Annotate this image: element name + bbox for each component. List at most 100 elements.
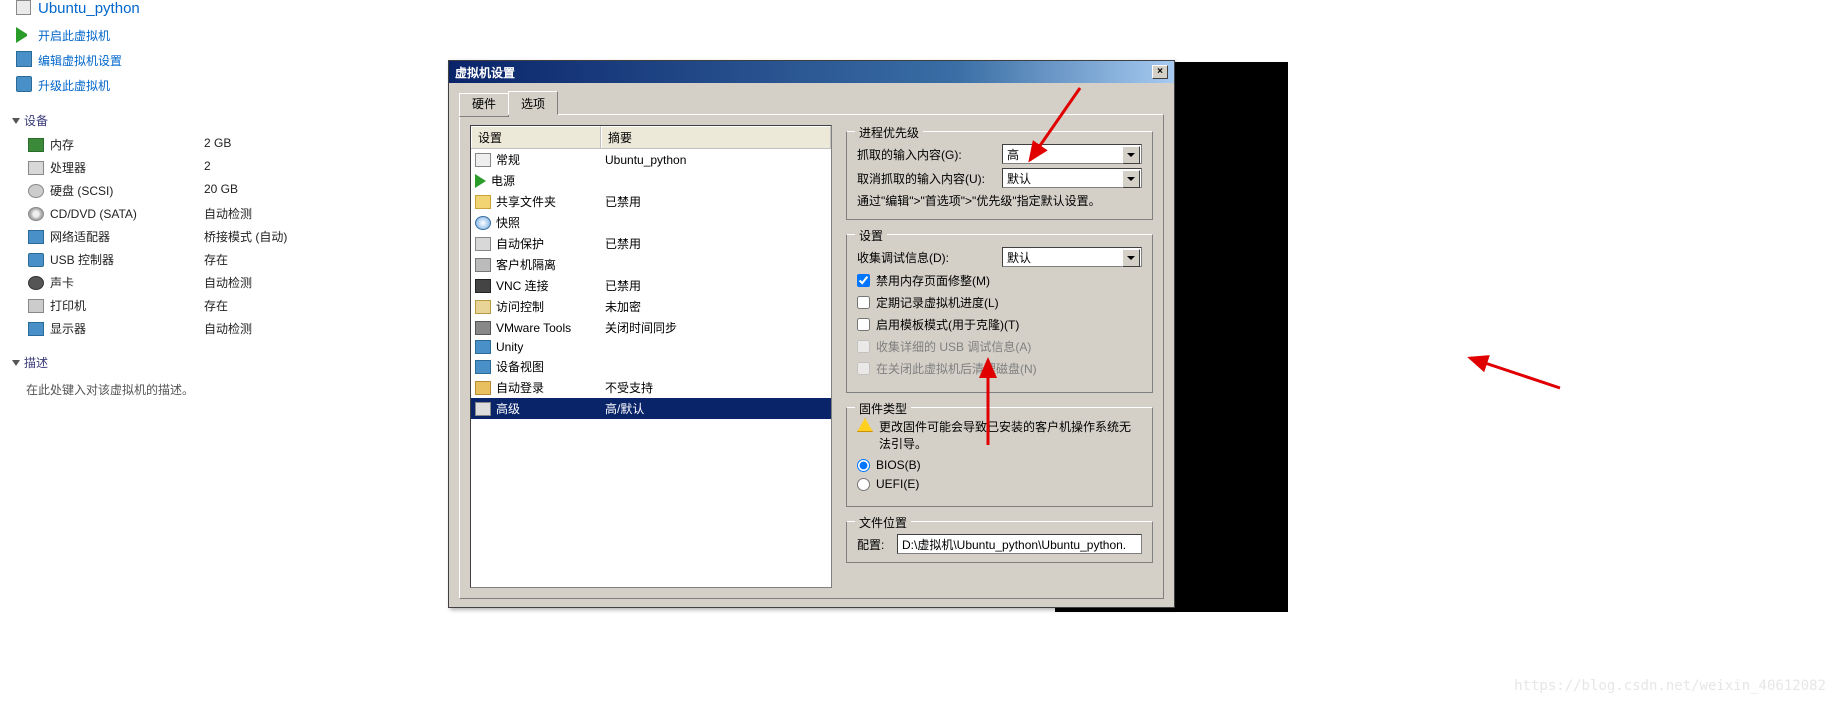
check-usb-debug xyxy=(857,340,870,353)
opt-access-icon xyxy=(475,300,491,314)
firmware-warning: 更改固件可能会导致已安装的客户机操作系统无法引导。 xyxy=(879,418,1142,452)
tab-options[interactable]: 选项 xyxy=(508,91,558,115)
check-template[interactable] xyxy=(857,318,870,331)
tab-hardware[interactable]: 硬件 xyxy=(459,93,509,117)
vm-name-text: Ubuntu_python xyxy=(38,0,140,17)
opt-access[interactable]: 访问控制未加密 xyxy=(471,296,831,317)
opt-shared[interactable]: 共享文件夹已禁用 xyxy=(471,191,831,212)
vm-settings-dialog: 虚拟机设置 × 硬件 选项 设置 摘要 常规Ubuntu_python电源共享文… xyxy=(448,60,1175,608)
legend-filepos: 文件位置 xyxy=(855,514,911,531)
hw-disk[interactable]: 硬盘 (SCSI)20 GB xyxy=(8,179,312,202)
advanced-panel: 进程优先级 抓取的输入内容(G): 高 取消抓取的输入内容(U): 默认 通过"… xyxy=(846,125,1153,588)
hw-cd-icon xyxy=(28,207,44,221)
check-clean-disk xyxy=(857,362,870,375)
watermark: https://blog.csdn.net/weixin_40612082 xyxy=(1514,678,1826,694)
hardware-list: 内存2 GB处理器2硬盘 (SCSI)20 GBCD/DVD (SATA)自动检… xyxy=(8,133,312,340)
options-list[interactable]: 设置 摘要 常规Ubuntu_python电源共享文件夹已禁用快照自动保护已禁用… xyxy=(470,125,832,588)
opt-advanced-icon xyxy=(475,402,491,416)
opt-vnc[interactable]: VNC 连接已禁用 xyxy=(471,275,831,296)
label-config: 配置: xyxy=(857,536,897,553)
upgrade-link[interactable]: 升级此虚拟机 xyxy=(8,73,312,98)
hw-cpu-icon xyxy=(28,161,44,175)
hw-usb[interactable]: USB 控制器存在 xyxy=(8,248,312,271)
select-debug[interactable]: 默认 xyxy=(1002,247,1142,267)
label-bios: BIOS(B) xyxy=(876,458,921,472)
check-mem-trim[interactable] xyxy=(857,274,870,287)
group-settings: 设置 收集调试信息(D): 默认 禁用内存页面修整(M) 定期记录虚拟机进度(L… xyxy=(846,234,1153,393)
power-on-label: 开启此虚拟机 xyxy=(38,29,110,43)
warning-icon xyxy=(857,418,873,432)
opt-autoprotect-icon xyxy=(475,237,491,251)
hw-usb-icon xyxy=(28,253,44,267)
hw-memory[interactable]: 内存2 GB xyxy=(8,133,312,156)
opt-power-icon xyxy=(475,174,486,188)
edit-settings-label: 编辑虚拟机设置 xyxy=(38,54,122,68)
group-priority: 进程优先级 抓取的输入内容(G): 高 取消抓取的输入内容(U): 默认 通过"… xyxy=(846,131,1153,220)
opt-autoprotect[interactable]: 自动保护已禁用 xyxy=(471,233,831,254)
opt-shared-icon xyxy=(475,195,491,209)
tab-panel-options: 设置 摘要 常规Ubuntu_python电源共享文件夹已禁用快照自动保护已禁用… xyxy=(459,114,1164,599)
hw-cd[interactable]: CD/DVD (SATA)自动检测 xyxy=(8,202,312,225)
opt-guest[interactable]: 客户机隔离 xyxy=(471,254,831,275)
radio-uefi[interactable] xyxy=(857,478,870,491)
upgrade-label: 升级此虚拟机 xyxy=(38,79,110,93)
upgrade-icon xyxy=(16,76,32,92)
input-config-path[interactable] xyxy=(897,534,1142,554)
wrench-icon xyxy=(16,51,32,67)
opt-snapshot-icon xyxy=(475,216,491,230)
opt-tools[interactable]: VMware Tools关闭时间同步 xyxy=(471,317,831,338)
description-placeholder[interactable]: 在此处键入对该虚拟机的描述。 xyxy=(8,375,312,402)
col-summary[interactable]: 摘要 xyxy=(601,126,831,148)
opt-guest-icon xyxy=(475,258,491,272)
select-ungrab[interactable]: 默认 xyxy=(1002,168,1142,188)
opt-vnc-icon xyxy=(475,279,491,293)
opt-power[interactable]: 电源 xyxy=(471,170,831,191)
close-icon[interactable]: × xyxy=(1152,65,1168,79)
opt-snapshot[interactable]: 快照 xyxy=(471,212,831,233)
vm-title: Ubuntu_python xyxy=(8,0,312,23)
label-ungrab: 取消抓取的输入内容(U): xyxy=(857,170,1002,187)
dialog-titlebar[interactable]: 虚拟机设置 × xyxy=(449,61,1174,83)
hw-printer-icon xyxy=(28,299,44,313)
hw-display-icon xyxy=(28,322,44,336)
group-filepos: 文件位置 配置: xyxy=(846,521,1153,563)
edit-settings-link[interactable]: 编辑虚拟机设置 xyxy=(8,48,312,73)
hw-net[interactable]: 网络适配器桥接模式 (自动) xyxy=(8,225,312,248)
hw-printer[interactable]: 打印机存在 xyxy=(8,294,312,317)
hw-disk-icon xyxy=(28,184,44,198)
opt-general-icon xyxy=(475,153,491,167)
hw-memory-icon xyxy=(28,138,44,152)
play-icon xyxy=(16,27,32,43)
opt-autologin-icon xyxy=(475,381,491,395)
opt-unity[interactable]: Unity xyxy=(471,338,831,356)
select-grab[interactable]: 高 xyxy=(1002,144,1142,164)
opt-general[interactable]: 常规Ubuntu_python xyxy=(471,149,831,170)
opt-device-view-icon xyxy=(475,360,491,374)
description-section[interactable]: 描述 xyxy=(8,340,312,375)
priority-hint: 通过"编辑">"首选项">"优先级"指定默认设置。 xyxy=(857,192,1142,209)
hw-cpu[interactable]: 处理器2 xyxy=(8,156,312,179)
label-grab: 抓取的输入内容(G): xyxy=(857,146,1002,163)
hw-net-icon xyxy=(28,230,44,244)
opt-unity-icon xyxy=(475,340,491,354)
dialog-title-text: 虚拟机设置 xyxy=(455,64,515,81)
hw-sound-icon xyxy=(28,276,44,290)
label-usb-debug: 收集详细的 USB 调试信息(A) xyxy=(876,338,1031,355)
label-template: 启用模板模式(用于克隆)(T) xyxy=(876,316,1019,333)
col-setting[interactable]: 设置 xyxy=(471,126,601,148)
legend-settings: 设置 xyxy=(855,227,887,244)
hw-display[interactable]: 显示器自动检测 xyxy=(8,317,312,340)
power-on-link[interactable]: 开启此虚拟机 xyxy=(8,23,312,48)
radio-bios[interactable] xyxy=(857,459,870,472)
group-firmware: 固件类型 更改固件可能会导致已安装的客户机操作系统无法引导。 BIOS(B) U… xyxy=(846,407,1153,507)
dialog-tabs: 硬件 选项 xyxy=(459,91,1164,115)
opt-advanced[interactable]: 高级高/默认 xyxy=(471,398,831,419)
list-header: 设置 摘要 xyxy=(471,126,831,149)
opt-device-view[interactable]: 设备视图 xyxy=(471,356,831,377)
legend-priority: 进程优先级 xyxy=(855,124,923,141)
devices-section[interactable]: 设备 xyxy=(8,98,312,133)
check-log-progress[interactable] xyxy=(857,296,870,309)
opt-tools-icon xyxy=(475,321,491,335)
hw-sound[interactable]: 声卡自动检测 xyxy=(8,271,312,294)
opt-autologin[interactable]: 自动登录不受支持 xyxy=(471,377,831,398)
